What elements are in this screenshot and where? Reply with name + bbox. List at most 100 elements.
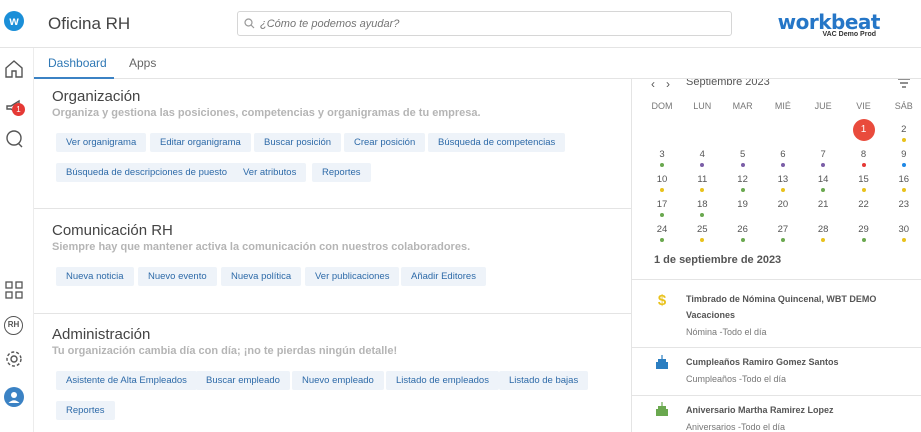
calendar-day-number: 30 — [898, 224, 910, 235]
calendar-day-number: 7 — [820, 149, 826, 160]
section-organizacion: Organización Organiza y gestiona las pos… — [34, 79, 631, 209]
calendar-day[interactable]: 5 — [723, 149, 763, 173]
calendar-day[interactable]: 22 — [844, 199, 884, 223]
calendar-day[interactable]: 7 — [803, 149, 843, 173]
event-dots — [682, 188, 722, 192]
ver-publicaciones-button[interactable]: Ver publicaciones — [305, 267, 400, 286]
calendar-day[interactable]: 25 — [682, 224, 722, 248]
search-icon — [244, 18, 255, 29]
event-subtitle: Cumpleaños -Todo el día — [686, 374, 787, 384]
calendar-day[interactable]: 30 — [884, 224, 921, 248]
calendar-day[interactable]: 10 — [642, 174, 682, 198]
event-dot — [861, 188, 866, 192]
calendar-day-number: 8 — [860, 149, 867, 160]
event-dots — [884, 138, 921, 142]
calendar-day[interactable]: 27 — [763, 224, 803, 248]
listado-empleados-button[interactable]: Listado de empleados — [386, 371, 499, 390]
event-item[interactable]: Aniversario Martha Ramirez Lopez Anivers… — [632, 395, 921, 432]
calendar-day[interactable]: 12 — [723, 174, 763, 198]
calendar-day[interactable]: 16 — [884, 174, 921, 198]
calendar-day[interactable]: 24 — [642, 224, 682, 248]
user-avatar-icon[interactable] — [4, 387, 24, 407]
buscar-posicion-button[interactable]: Buscar posición — [254, 133, 342, 152]
calendar-day[interactable]: 13 — [763, 174, 803, 198]
calendar-day[interactable]: 8 — [844, 149, 884, 173]
buscar-empleado-button[interactable]: Buscar empleado — [196, 371, 290, 390]
crear-posicion-button[interactable]: Crear posición — [344, 133, 426, 152]
calendar-header: ‹ › Septiembre 2023 — [632, 79, 921, 93]
calendar-day[interactable]: 26 — [723, 224, 763, 248]
calendar-day[interactable]: 20 — [763, 199, 803, 223]
tab-dashboard[interactable]: Dashboard — [48, 56, 107, 70]
prev-month-button[interactable]: ‹ — [651, 79, 655, 91]
calendar-day-number: 13 — [777, 174, 789, 185]
calendar-day[interactable]: 3 — [642, 149, 682, 173]
calendar-day[interactable]: 6 — [763, 149, 803, 173]
reportes-org-button[interactable]: Reportes — [312, 163, 371, 182]
calendar-day-number: 26 — [737, 224, 748, 235]
event-dot — [660, 213, 664, 217]
nuevo-empleado-button[interactable]: Nuevo empleado — [292, 371, 384, 390]
home-icon[interactable] — [4, 59, 24, 79]
calendar-day[interactable]: 21 — [803, 199, 843, 223]
calendar-day-today[interactable]: 1 — [852, 119, 875, 141]
event-dot — [700, 213, 705, 217]
next-month-button[interactable]: › — [666, 79, 670, 91]
app-root: w Oficina RH workbeat VAC Demo Prod 1 RH… — [0, 0, 921, 432]
busqueda-competencias-button[interactable]: Búsqueda de competencias — [428, 133, 566, 152]
calendar-day[interactable]: 14 — [803, 174, 843, 198]
event-item[interactable]: Cumpleaños Ramiro Gomez Santos Cumpleaño… — [632, 347, 921, 395]
calendar-day[interactable]: 2 — [884, 124, 921, 148]
tab-apps[interactable]: Apps — [129, 56, 156, 70]
gear-icon[interactable] — [4, 349, 24, 369]
busqueda-descripciones-button[interactable]: Búsqueda de descripciones de puesto — [56, 163, 238, 182]
calendar-day-number: 28 — [817, 224, 829, 235]
calendar-day-number: 29 — [858, 224, 869, 235]
filter-icon[interactable] — [898, 79, 910, 88]
calendar-day-number: 16 — [898, 174, 910, 185]
event-dot — [861, 163, 866, 167]
calendar-day[interactable]: 23 — [884, 199, 921, 223]
event-title-cont: Vacaciones — [686, 310, 736, 320]
workbeat-logo-icon[interactable]: w — [4, 11, 24, 31]
event-dot — [780, 188, 785, 192]
editar-organigrama-button[interactable]: Editar organigrama — [150, 133, 251, 152]
event-dots — [844, 238, 884, 242]
calendar-day-number: 15 — [858, 174, 869, 185]
calendar-day[interactable]: 11 — [682, 174, 722, 198]
calendar-day[interactable]: 17 — [642, 199, 682, 223]
calendar-day[interactable]: 15 — [844, 174, 884, 198]
calendar-day[interactable]: 29 — [844, 224, 884, 248]
nueva-politica-button[interactable]: Nueva política — [221, 267, 302, 286]
reportes-adm-button[interactable]: Reportes — [56, 401, 115, 420]
cake-icon — [656, 355, 668, 369]
apps-grid-icon[interactable] — [4, 280, 24, 300]
ver-atributos-button[interactable]: Ver atributos — [233, 163, 307, 182]
ver-organigrama-button[interactable]: Ver organigrama — [56, 133, 147, 152]
calendar-day[interactable]: 18 — [682, 199, 722, 223]
selected-date-label: 1 de septiembre de 2023 — [654, 254, 782, 266]
listado-bajas-button[interactable]: Listado de bajas — [499, 371, 589, 390]
calendar-day-number: 24 — [656, 224, 668, 235]
calendar-day[interactable]: 4 — [682, 149, 722, 173]
event-subtitle: Aniversarios -Todo el día — [686, 422, 786, 432]
event-dots — [642, 213, 682, 217]
section-subtitle: Organiza y gestiona las posiciones, comp… — [52, 107, 481, 119]
calendar-day[interactable]: 28 — [803, 224, 843, 248]
nuevo-evento-button[interactable]: Nuevo evento — [138, 267, 217, 286]
rh-icon[interactable]: RH — [4, 316, 23, 335]
event-dots — [642, 188, 682, 192]
event-dots — [803, 188, 843, 192]
chat-icon[interactable] — [4, 129, 24, 149]
event-item[interactable]: $ Timbrado de Nómina Quincenal, WBT DEMO… — [632, 279, 921, 347]
anadir-editores-button[interactable]: Añadir Editores — [401, 267, 486, 286]
search-box[interactable] — [237, 11, 732, 36]
section-comunicacion: Comunicación RH Siempre hay que mantener… — [34, 209, 631, 314]
event-dots — [723, 188, 763, 192]
search-input[interactable] — [260, 14, 720, 33]
calendar-day[interactable]: 9 — [884, 149, 921, 173]
event-dot — [660, 238, 664, 242]
calendar-day[interactable]: 19 — [723, 199, 763, 223]
asistente-alta-button[interactable]: Asistente de Alta Empleados — [56, 371, 197, 390]
nueva-noticia-button[interactable]: Nueva noticia — [56, 267, 134, 286]
